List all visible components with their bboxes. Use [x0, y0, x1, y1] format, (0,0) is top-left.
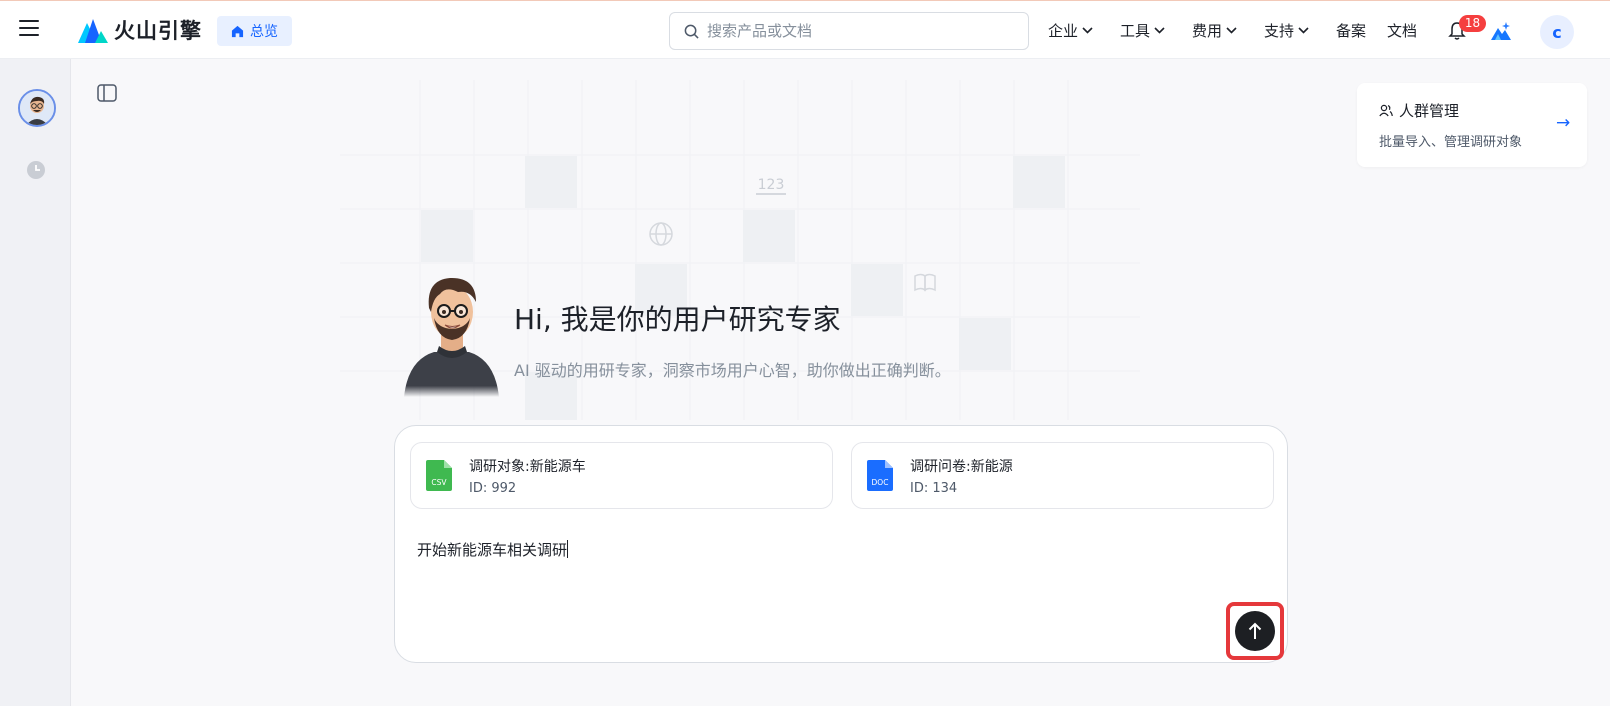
crowd-management-card[interactable]: 人群管理 批量导入、管理调研对象 → [1357, 83, 1587, 167]
attachment-card-csv[interactable]: CSV 调研对象:新能源车 ID: 992 [410, 442, 833, 509]
chat-input-text: 开始新能源车相关调研 [417, 541, 568, 559]
text-caret [567, 540, 569, 558]
volcengine-logo[interactable]: 火山引擎 [78, 15, 202, 45]
ai-assistant-icon[interactable] [1490, 20, 1512, 42]
crowd-title-text: 人群管理 [1399, 102, 1460, 120]
attachment-name: 调研对象:新能源车 [469, 459, 586, 475]
nav-enterprise[interactable]: 企业 [1048, 20, 1093, 41]
home-icon [231, 25, 244, 37]
nav-support[interactable]: 支持 [1264, 20, 1309, 41]
nav-billing[interactable]: 费用 [1192, 20, 1237, 41]
left-sidebar [0, 59, 71, 706]
grid-number-label: 123 [758, 177, 785, 193]
csv-file-icon: CSV [426, 460, 452, 491]
hero-subtitle: AI 驱动的用研专家，洞察市场用户心智，助你做出正确判断。 [514, 361, 951, 380]
nav-label: 费用 [1192, 22, 1223, 40]
nav-docs[interactable]: 文档 [1387, 20, 1417, 41]
book-icon [914, 273, 936, 292]
chevron-down-icon [1082, 27, 1093, 34]
top-bar: 火山引擎 总览 企业 工具 费用 支持 备案 文档 18 c [0, 0, 1610, 59]
logo-text: 火山引擎 [114, 19, 202, 43]
search-input[interactable] [707, 22, 997, 40]
crowd-card-title: 人群管理 [1379, 100, 1459, 121]
users-icon [1379, 104, 1393, 117]
svg-text:CSV: CSV [431, 478, 447, 487]
menu-icon[interactable] [19, 20, 39, 38]
volcano-logo-icon [78, 19, 108, 43]
sidebar-toggle-icon[interactable] [97, 84, 117, 102]
attachment-id: ID: 134 [910, 481, 958, 496]
send-button-highlight [1226, 602, 1284, 660]
nav-icp-filing[interactable]: 备案 [1336, 20, 1366, 41]
chat-message-input[interactable]: 开始新能源车相关调研 [417, 539, 569, 560]
researcher-avatar-icon [20, 91, 54, 125]
nav-label: 工具 [1120, 22, 1151, 40]
hero-title: Hi, 我是你的用户研究专家 [514, 303, 841, 336]
search-box[interactable] [669, 12, 1029, 50]
overview-label: 总览 [250, 24, 278, 40]
history-clock-icon[interactable] [26, 160, 46, 180]
overview-button[interactable]: 总览 [217, 16, 292, 46]
notification-badge: 18 [1459, 15, 1486, 32]
globe-icon [649, 222, 673, 246]
arrow-right-icon[interactable]: → [1556, 113, 1570, 133]
agent-avatar[interactable] [18, 89, 56, 127]
nav-label: 备案 [1336, 22, 1367, 40]
nav-label: 文档 [1387, 22, 1418, 40]
search-icon [684, 24, 699, 39]
nav-tools[interactable]: 工具 [1120, 20, 1165, 41]
attachment-id: ID: 992 [469, 481, 517, 496]
attachment-card-doc[interactable]: DOC 调研问卷:新能源 ID: 134 [851, 442, 1274, 509]
svg-text:DOC: DOC [872, 478, 889, 487]
crowd-card-description: 批量导入、管理调研对象 [1379, 135, 1523, 150]
send-button[interactable] [1235, 611, 1275, 651]
researcher-character-image [404, 277, 499, 397]
user-avatar[interactable]: c [1540, 15, 1574, 49]
chat-input-container: CSV 调研对象:新能源车 ID: 992 DOC 调研问卷:新能源 ID: 1… [394, 425, 1288, 663]
chevron-down-icon [1154, 27, 1165, 34]
nav-label: 支持 [1264, 22, 1295, 40]
doc-file-icon: DOC [867, 460, 893, 491]
attachment-name: 调研问卷:新能源 [910, 459, 1013, 475]
nav-label: 企业 [1048, 22, 1079, 40]
arrow-up-icon [1248, 622, 1262, 639]
chevron-down-icon [1298, 27, 1309, 34]
chevron-down-icon [1226, 27, 1237, 34]
